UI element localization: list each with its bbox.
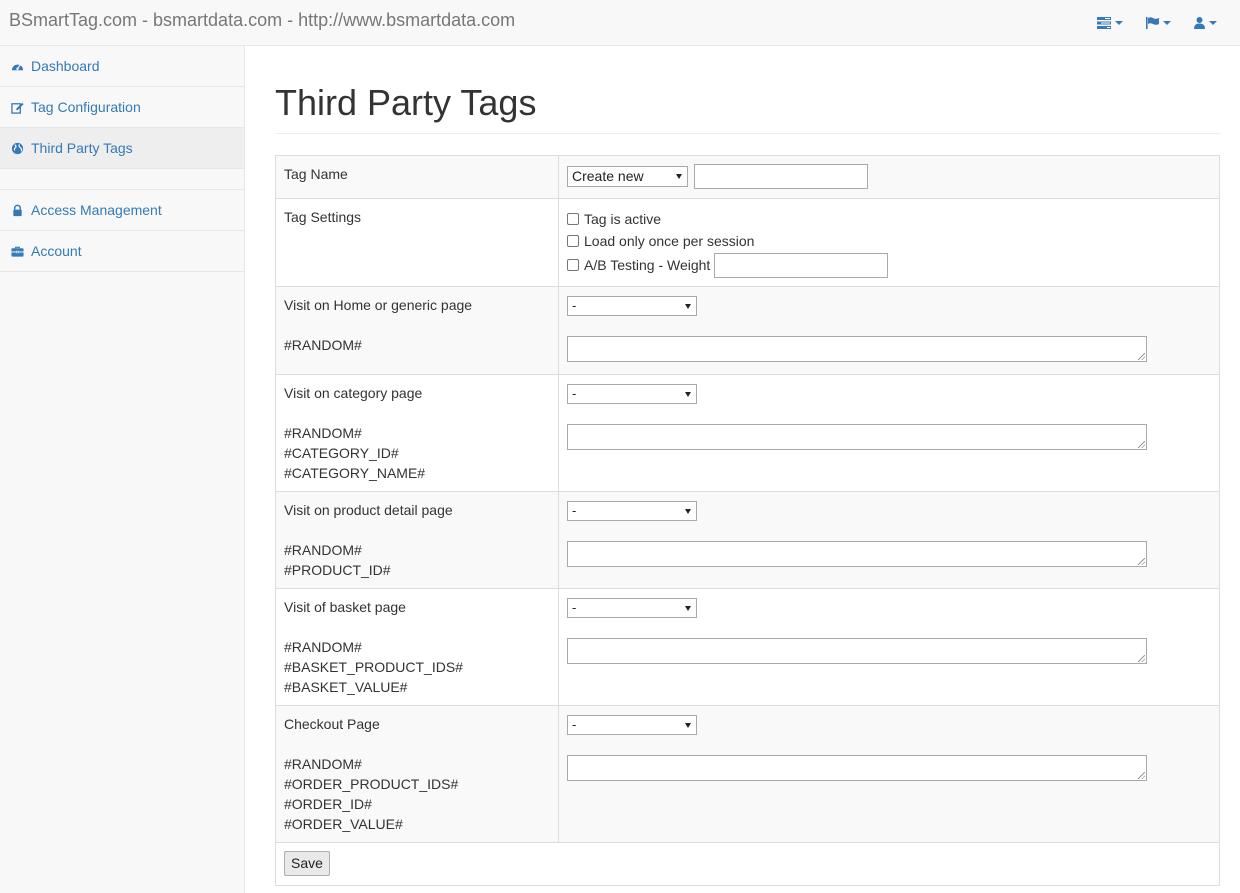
ab-testing-checkbox[interactable] (567, 259, 579, 271)
tag-settings-label: Tag Settings (284, 209, 362, 225)
chevron-down-icon (1163, 21, 1171, 25)
placeholder-variable: #CATEGORY_ID# (284, 445, 399, 461)
brand-link[interactable]: BSmartTag.com - bsmartdata.com - http://… (9, 10, 515, 31)
placeholder-list: #RANDOM# #PRODUCT_ID# (284, 540, 550, 580)
sidebar-item-label: Account (31, 243, 82, 259)
ab-weight-input[interactable] (714, 252, 889, 278)
load-once-checkbox[interactable] (567, 235, 579, 247)
placeholder-variable: #BASKET_PRODUCT_IDS# (284, 659, 463, 675)
chevron-down-icon (1115, 21, 1123, 25)
tag-name-label: Tag Name (284, 166, 348, 182)
flag-menu-dropdown[interactable] (1146, 17, 1171, 29)
home-page-label: Visit on Home or generic page (284, 297, 473, 313)
sidebar-item-label: Tag Configuration (31, 99, 141, 115)
briefcase-icon (11, 246, 24, 257)
top-navbar: BSmartTag.com - bsmartdata.com - http://… (0, 0, 1240, 46)
table-row: Visit on category page #RANDOM# #CATEGOR… (275, 374, 1220, 492)
flag-icon (1146, 17, 1159, 29)
category-page-label: Visit on category page (284, 385, 423, 401)
ab-testing-label: A/B Testing - Weight (584, 257, 711, 273)
sidebar-item-access-management[interactable]: Access Management (0, 190, 244, 231)
placeholder-variable: #CATEGORY_NAME# (284, 465, 426, 481)
placeholder-variable: #RANDOM# (284, 425, 362, 441)
placeholder-variable: #PRODUCT_ID# (284, 562, 391, 578)
sidebar-item-label: Third Party Tags (31, 140, 133, 156)
title-divider (275, 133, 1220, 134)
placeholder-list: #RANDOM# #CATEGORY_ID# #CATEGORY_NAME# (284, 423, 550, 483)
sidebar: Dashboard Tag Configuration Third Party … (0, 46, 245, 893)
tasks-menu-dropdown[interactable] (1097, 17, 1123, 29)
globe-icon (11, 142, 24, 154)
navbar-right (1097, 0, 1240, 46)
placeholder-variable: #ORDER_VALUE# (284, 816, 403, 832)
checkout-page-code-textarea[interactable] (567, 755, 1147, 782)
product-page-select[interactable]: - (567, 501, 697, 522)
tag-active-checkbox[interactable] (567, 213, 579, 225)
placeholder-variable: #RANDOM# (284, 542, 362, 558)
checkout-page-label: Checkout Page (284, 716, 380, 732)
tag-active-option: Tag is active (567, 208, 1211, 230)
sidebar-item-tag-configuration[interactable]: Tag Configuration (0, 87, 244, 128)
table-row: Visit on Home or generic page #RANDOM# - (275, 286, 1220, 375)
load-once-option: Load only once per session (567, 230, 1211, 252)
category-page-select[interactable]: - (567, 384, 697, 405)
basket-page-code-textarea[interactable] (567, 638, 1147, 665)
placeholder-variable: #RANDOM# (284, 639, 362, 655)
chevron-down-icon (1209, 21, 1217, 25)
sidebar-item-label: Dashboard (31, 58, 100, 74)
placeholder-variable: #ORDER_PRODUCT_IDS# (284, 776, 459, 792)
product-page-label: Visit on product detail page (284, 502, 453, 518)
tag-name-input[interactable] (693, 164, 868, 189)
save-button[interactable]: Save (284, 851, 330, 876)
placeholder-variable: #BASKET_VALUE# (284, 679, 408, 695)
user-icon (1194, 17, 1205, 29)
load-once-label: Load only once per session (584, 233, 755, 249)
table-row: Tag Settings Tag is active Load only onc… (275, 198, 1220, 287)
placeholder-list: #RANDOM# #BASKET_PRODUCT_IDS# #BASKET_VA… (284, 637, 550, 697)
page-title: Third Party Tags (275, 82, 537, 123)
ab-testing-option: A/B Testing - Weight (567, 252, 1211, 278)
placeholder-variable: #ORDER_ID# (284, 796, 372, 812)
placeholder-variable: #RANDOM# (284, 756, 362, 772)
dashboard-icon (11, 63, 24, 70)
sidebar-item-label: Access Management (31, 202, 162, 218)
product-page-code-textarea[interactable] (567, 541, 1147, 568)
edit-icon (11, 102, 24, 114)
sidebar-item-dashboard[interactable]: Dashboard (0, 46, 244, 87)
lock-icon (13, 204, 22, 216)
tag-active-label: Tag is active (584, 211, 662, 227)
placeholder-variable: #RANDOM# (284, 337, 362, 353)
tag-name-select[interactable]: Create new (567, 166, 688, 187)
basket-page-select[interactable]: - (567, 598, 697, 619)
tag-form-table: Tag Name Create new Tag Settings Tag is … (275, 155, 1220, 886)
table-row: Tag Name Create new (275, 155, 1220, 199)
placeholder-list: #RANDOM# (284, 335, 550, 355)
user-menu-dropdown[interactable] (1194, 17, 1217, 29)
placeholder-list: #RANDOM# #ORDER_PRODUCT_IDS# #ORDER_ID# … (284, 754, 550, 834)
sidebar-item-account[interactable]: Account (0, 231, 244, 272)
sidebar-item-third-party-tags[interactable]: Third Party Tags (0, 128, 244, 169)
home-page-select[interactable]: - (567, 296, 697, 317)
home-page-code-textarea[interactable] (567, 336, 1147, 363)
sidebar-divider (0, 169, 244, 190)
table-row: Checkout Page #RANDOM# #ORDER_PRODUCT_ID… (275, 705, 1220, 843)
category-page-code-textarea[interactable] (567, 424, 1147, 451)
tasks-icon (1097, 17, 1111, 29)
table-row: Save (275, 842, 1220, 886)
checkout-page-select[interactable]: - (567, 715, 697, 736)
main-content: Third Party Tags Tag Name Create new Tag… (245, 46, 1240, 893)
table-row: Visit of basket page #RANDOM# #BASKET_PR… (275, 588, 1220, 706)
table-row: Visit on product detail page #RANDOM# #P… (275, 491, 1220, 589)
basket-page-label: Visit of basket page (284, 599, 406, 615)
